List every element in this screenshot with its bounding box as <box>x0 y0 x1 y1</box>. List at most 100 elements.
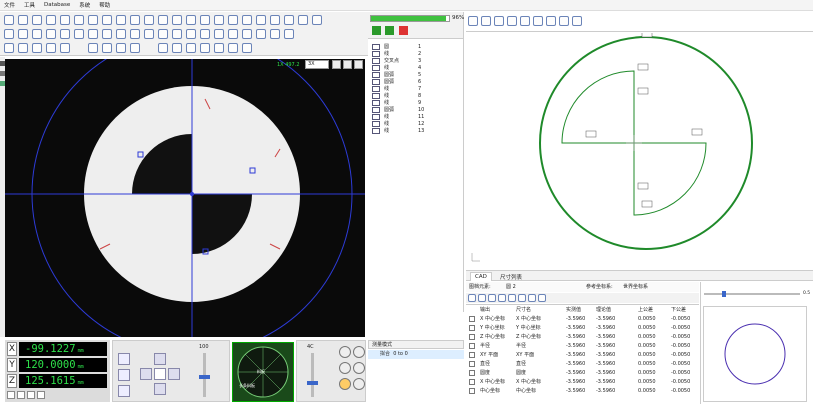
feature-list-item[interactable]: 圆弧 10 <box>372 106 424 113</box>
curve-icon[interactable] <box>74 29 84 39</box>
table-row[interactable]: 半径 半径 -3.5960 -3.5960 0.0050 -0.0050 <box>466 342 699 350</box>
stop-button[interactable] <box>399 26 408 35</box>
coord-value[interactable]: 世界坐标系 <box>623 282 648 292</box>
feature-list-item[interactable]: 线 11 <box>372 113 424 120</box>
probe-icon[interactable] <box>228 43 238 53</box>
ring-icon[interactable] <box>228 29 238 39</box>
table-row[interactable]: 中心坐标 中心坐标 -3.5960 -3.5960 0.0050 -0.0050 <box>466 387 699 395</box>
view-side-icon[interactable] <box>494 16 504 26</box>
zigzag-icon[interactable] <box>32 29 42 39</box>
center-button[interactable] <box>154 368 166 380</box>
diag-icon[interactable] <box>284 15 294 25</box>
feature-list-item[interactable]: 线7 <box>372 85 421 92</box>
ruler-icon[interactable] <box>158 43 168 53</box>
zoom-in-icon[interactable] <box>546 16 556 26</box>
rect-icon[interactable] <box>270 15 280 25</box>
cross-icon[interactable] <box>158 15 168 25</box>
circ2-icon[interactable] <box>116 29 126 39</box>
clock-icon[interactable] <box>88 43 98 53</box>
measure-item[interactable]: 拟合 0 to 0 <box>368 350 464 359</box>
moon-light-icon[interactable] <box>353 378 365 390</box>
preview-slider[interactable]: 0.5 <box>704 291 810 297</box>
x-axis-button[interactable]: X <box>7 342 17 356</box>
z-up-button[interactable] <box>118 353 130 365</box>
bar-icon[interactable] <box>158 29 168 39</box>
eye-icon[interactable] <box>130 43 140 53</box>
flag-icon[interactable] <box>186 43 196 53</box>
cross2-icon[interactable] <box>214 43 224 53</box>
table-header-cell[interactable]: 下公差 <box>671 306 686 314</box>
circle-tool-icon[interactable] <box>46 15 56 25</box>
right-arrow-button[interactable] <box>168 368 180 380</box>
row-checkbox[interactable] <box>469 316 475 322</box>
zoom-out-icon[interactable] <box>559 16 569 26</box>
tbl-zoom2-icon[interactable] <box>488 294 496 302</box>
camera-view[interactable] <box>5 59 365 337</box>
menu-help[interactable]: 帮助 <box>99 1 110 9</box>
menu-database[interactable]: Database <box>44 2 70 8</box>
circle-fit-icon[interactable] <box>130 15 140 25</box>
down-arrow-button[interactable] <box>154 383 166 395</box>
line2-icon[interactable] <box>214 29 224 39</box>
table-row[interactable]: Z 中心坐标 Z 中心坐标 -3.5960 -3.5960 0.0050 -0.0050 <box>466 333 699 341</box>
rotate-icon[interactable] <box>572 16 582 26</box>
ring2-icon[interactable] <box>242 29 252 39</box>
sun-light-icon[interactable] <box>339 378 351 390</box>
crosshair-icon[interactable] <box>354 60 363 69</box>
table-row[interactable]: 直径 直径 -3.5960 -3.5960 0.0050 -0.0050 <box>466 360 699 368</box>
tbl-rot-icon[interactable] <box>508 294 516 302</box>
perp-icon[interactable] <box>88 29 98 39</box>
row-checkbox[interactable] <box>469 370 475 376</box>
table-row[interactable]: XY 平面 XY 平面 -3.5960 -3.5960 0.0050 -0.0050 <box>466 351 699 359</box>
step-button[interactable] <box>385 26 394 35</box>
bracket2-icon[interactable] <box>172 43 182 53</box>
point-tool-icon[interactable] <box>4 15 14 25</box>
view-back-icon[interactable] <box>520 16 530 26</box>
speed-slider-thumb[interactable] <box>199 375 210 379</box>
coax-light-icon[interactable] <box>353 346 365 358</box>
table-header-cell[interactable]: 上公差 <box>638 306 653 314</box>
table-header-cell[interactable]: 尺寸名 <box>516 306 531 314</box>
ball-icon[interactable] <box>32 43 42 53</box>
bracket-icon[interactable] <box>312 15 322 25</box>
mid-icon[interactable] <box>18 29 28 39</box>
z-mid-button[interactable] <box>118 369 130 381</box>
dist-icon[interactable] <box>186 15 196 25</box>
table-row[interactable]: X 中心坐标 X 中心坐标 -3.5960 -3.5960 0.0050 -0.0050 <box>466 315 699 323</box>
disk-icon[interactable] <box>18 43 28 53</box>
cad-view[interactable] <box>466 30 813 269</box>
sun-icon[interactable] <box>4 43 14 53</box>
tab-dimension-list[interactable]: 尺寸列表 <box>496 272 526 282</box>
tbl-angle-icon[interactable] <box>538 294 546 302</box>
table-icon[interactable] <box>60 43 70 53</box>
surface-light-icon[interactable] <box>339 362 351 374</box>
parallel-icon[interactable] <box>172 15 182 25</box>
feature-list-item[interactable]: 线 13 <box>372 127 424 134</box>
row-checkbox[interactable] <box>469 388 475 394</box>
view-top-icon[interactable] <box>481 16 491 26</box>
row-checkbox[interactable] <box>469 325 475 331</box>
feature-list-item[interactable]: 线2 <box>372 50 421 57</box>
view-front-icon[interactable] <box>468 16 478 26</box>
feature-list-item[interactable]: 圆弧 6 <box>372 78 421 85</box>
text-icon[interactable] <box>46 43 56 53</box>
tbl-zoom3-icon[interactable] <box>498 294 506 302</box>
dist3-icon[interactable] <box>214 15 224 25</box>
row-checkbox[interactable] <box>469 379 475 385</box>
dro-tool2-icon[interactable] <box>17 391 25 399</box>
z-axis-button[interactable]: Z <box>7 374 17 388</box>
circle-axis-icon[interactable] <box>256 15 266 25</box>
play-button[interactable] <box>372 26 381 35</box>
width-icon[interactable] <box>4 29 14 39</box>
angle-tool-icon[interactable] <box>116 15 126 25</box>
left-arrow-button[interactable] <box>140 368 152 380</box>
dist2-icon[interactable] <box>200 15 210 25</box>
row-checkbox[interactable] <box>469 334 475 340</box>
tbl-line-icon[interactable] <box>518 294 526 302</box>
grid-icon[interactable] <box>144 29 154 39</box>
sym2-icon[interactable] <box>186 29 196 39</box>
table-row[interactable]: Y 中心坐标 Y 中心坐标 -3.5960 -3.5960 0.0050 -0.0050 <box>466 324 699 332</box>
rect-tool-icon[interactable] <box>46 29 56 39</box>
table-header-cell[interactable]: 输出 <box>480 306 490 314</box>
house-icon[interactable] <box>200 43 210 53</box>
